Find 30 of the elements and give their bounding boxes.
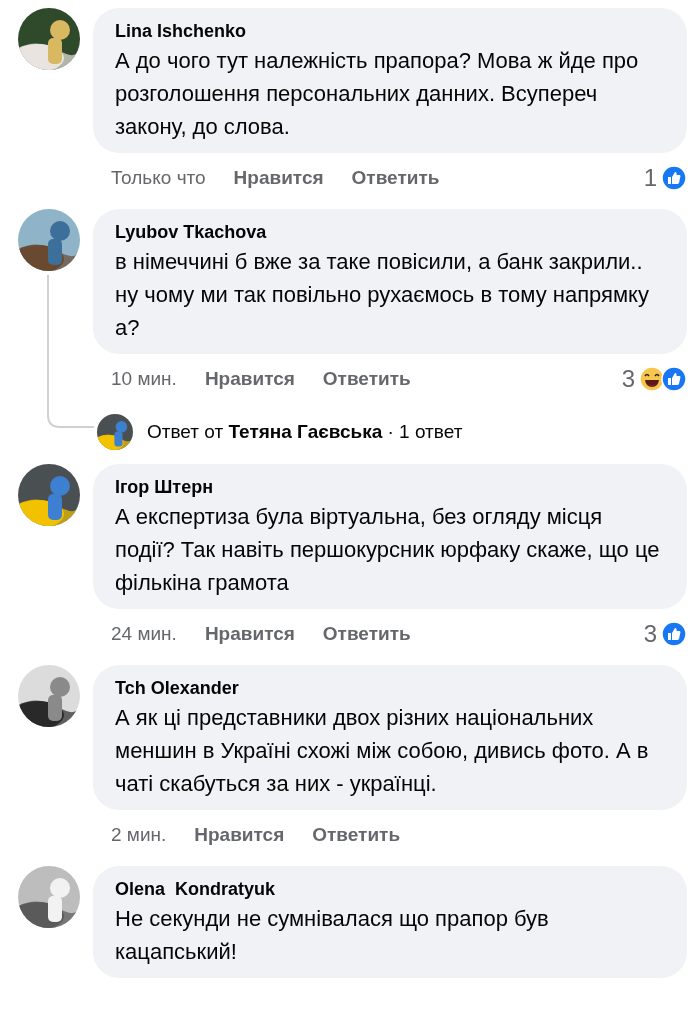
reply-link[interactable]: Ответить [351, 167, 440, 189]
timestamp: 24 мин. [111, 623, 177, 645]
comment-text: А експертиза була віртуальна, без огляду місця події? Так навіть першокурсник юрфаку скаже, що це фількіна грамота [115, 503, 661, 597]
view-replies-link[interactable]: Ответ от Тетяна Гаєвська · 1 ответ [147, 421, 463, 443]
reaction-count: 3 [643, 620, 657, 648]
like-link[interactable]: Нравится [204, 623, 295, 645]
reply-link[interactable]: Ответить [322, 623, 411, 645]
comment-text: в німеччині б вже за таке повісили, а банк закрили.. ну чому ми так повільно рухаємось в тому напрямку а? [115, 248, 650, 342]
like-reaction-icon [661, 621, 687, 647]
author-name[interactable]: Ігор Штерн [115, 474, 665, 500]
author-name[interactable]: Lina Ishchenko [115, 18, 665, 44]
reply-link[interactable]: Ответить [312, 824, 401, 846]
timestamp: Только что [111, 167, 206, 189]
timestamp: 10 мин. [111, 368, 177, 390]
like-link[interactable]: Нравится [204, 368, 295, 390]
like-link[interactable]: Нравится [233, 167, 324, 189]
like-link[interactable]: Нравится [194, 824, 285, 846]
author-name[interactable]: Tch Olexander [115, 675, 665, 701]
like-reaction-icon [661, 165, 687, 191]
like-reaction-icon [661, 366, 687, 392]
author-name[interactable]: Olena Kondratyuk [115, 876, 665, 902]
comment-text: А до чого тут належність прапора? Мова ж йде про розголошення персональних данних. Всупереч закону, до слова. [115, 47, 640, 141]
timestamp: 2 мин. [111, 824, 167, 846]
reaction-count: 3 [621, 365, 635, 393]
reply-link[interactable]: Ответить [322, 368, 411, 390]
laughing-emoji-icon [639, 366, 665, 392]
comment-text: Не секунди не сумнівалася що прапор був кацапський! [115, 905, 550, 966]
reaction-count: 1 [643, 164, 657, 192]
author-name[interactable]: Lyubov Tkachova [115, 219, 665, 245]
comment-text: А як ці представники двох різних національних меншин в Україні схожі між собою, дивись фото. А в чаті скабуться за них - українці. [115, 704, 650, 798]
